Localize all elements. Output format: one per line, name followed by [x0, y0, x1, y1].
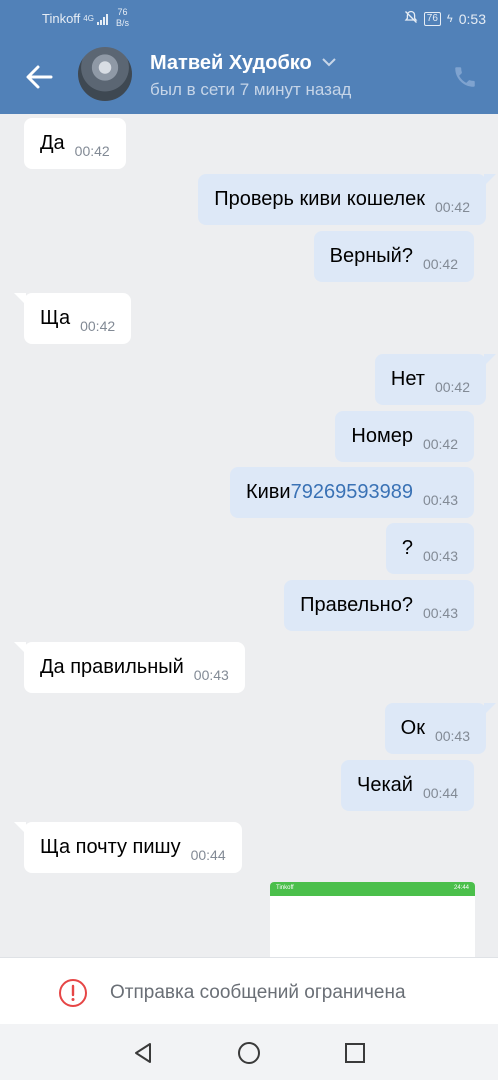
phone-number-link[interactable]: 79269593989: [291, 481, 413, 504]
signal-icon: [96, 13, 108, 25]
message-incoming[interactable]: Ща 00:42: [13, 293, 132, 344]
contact-name-text: Матвей Худобко: [150, 52, 312, 74]
battery-icon: 76: [423, 11, 441, 26]
message-incoming[interactable]: Да 00:42: [24, 118, 126, 169]
message-outgoing[interactable]: Номер 00:42: [335, 411, 474, 462]
carrier-name: Tinkoff: [42, 11, 81, 26]
message-text: ?: [401, 537, 413, 559]
message-list[interactable]: Да 00:42 Проверь киви кошелек 00:42 Верный…: [0, 114, 498, 957]
contact-name[interactable]: Матвей Худобко: [150, 52, 336, 75]
image-attachment[interactable]: Tinkoff 24:44: [270, 882, 475, 957]
avatar[interactable]: [78, 47, 132, 101]
message-text: Ща: [40, 307, 71, 329]
restriction-banner: Отправка сообщений ограничена: [0, 957, 498, 1024]
message-time: 00:42: [422, 435, 458, 452]
message-outgoing[interactable]: Ок 00:43: [384, 703, 497, 754]
message-time: 00:44: [422, 784, 458, 801]
circle-home-icon[interactable]: [236, 1040, 262, 1066]
speed-value: 76: [117, 7, 128, 17]
phone-icon[interactable]: [452, 64, 478, 90]
message-time: 00:42: [434, 378, 470, 395]
message-outgoing[interactable]: Верный? 00:42: [313, 231, 474, 282]
network-speed: 76 B/s: [116, 7, 129, 29]
square-recent-icon[interactable]: [342, 1040, 368, 1066]
mute-bell-icon: [404, 10, 418, 27]
message-time: 00:43: [422, 604, 458, 621]
message-text: Правельно?: [300, 594, 413, 616]
message-outgoing[interactable]: ? 00:43: [385, 523, 474, 574]
message-time: 00:42: [80, 317, 116, 334]
message-text: Да: [40, 132, 65, 154]
app-header: Tinkoff 4G 76 B/s 76 ϟ 0:53 Матвей Худоб…: [0, 0, 498, 114]
attachment-status-bar: Tinkoff 24:44: [270, 882, 475, 896]
message-text: Номер: [351, 425, 413, 447]
message-text: Ща почту пишу: [40, 836, 181, 858]
restriction-text: Отправка сообщений ограничена: [110, 982, 406, 1003]
attachment-carrier: Tinkoff: [276, 885, 294, 891]
message-text: Киви: [245, 481, 291, 503]
message-text: Проверь киви кошелек: [214, 188, 425, 210]
message-text: Да правильный: [40, 656, 184, 678]
exclamation-circle-icon: [59, 979, 87, 1007]
message-text: Нет: [390, 368, 425, 390]
message-outgoing[interactable]: Чекай 00:44: [341, 760, 474, 811]
message-outgoing[interactable]: Проверь киви кошелек 00:42: [198, 174, 496, 225]
message-time: 00:43: [193, 666, 229, 683]
message-outgoing[interactable]: Правельно? 00:43: [284, 580, 474, 631]
message-text: Ок: [400, 717, 425, 739]
charging-icon: ϟ: [446, 12, 453, 25]
attachment-time: 24:44: [453, 885, 469, 891]
message-incoming[interactable]: Ща почту пишу 00:44: [14, 822, 242, 873]
chevron-down-icon[interactable]: [322, 54, 336, 70]
message-outgoing[interactable]: Нет 00:42: [374, 354, 497, 405]
message-time: 00:43: [422, 547, 458, 564]
message-incoming[interactable]: Да правильный 00:43: [14, 642, 245, 693]
status-bar: Tinkoff 4G 76 B/s 76 ϟ 0:53: [0, 0, 498, 38]
triangle-back-icon[interactable]: [130, 1040, 156, 1066]
last-seen-status: был в сети 7 минут назад: [150, 80, 352, 99]
system-nav-bar: [0, 1024, 498, 1080]
network-type: 4G: [83, 14, 94, 23]
speed-unit: B/s: [116, 18, 130, 28]
message-time: 00:42: [74, 142, 110, 159]
message-time: 00:42: [434, 198, 470, 215]
message-time: 00:42: [422, 255, 458, 272]
message-time: 00:44: [190, 846, 226, 863]
message-text: Чекай: [357, 774, 413, 796]
arrow-left-icon[interactable]: [22, 60, 56, 94]
message-outgoing[interactable]: Киви 79269593989 00:43: [229, 467, 474, 518]
clock: 0:53: [458, 10, 486, 27]
message-text: Верный?: [329, 245, 413, 267]
message-time: 00:43: [434, 727, 470, 744]
message-time: 00:43: [422, 491, 458, 508]
